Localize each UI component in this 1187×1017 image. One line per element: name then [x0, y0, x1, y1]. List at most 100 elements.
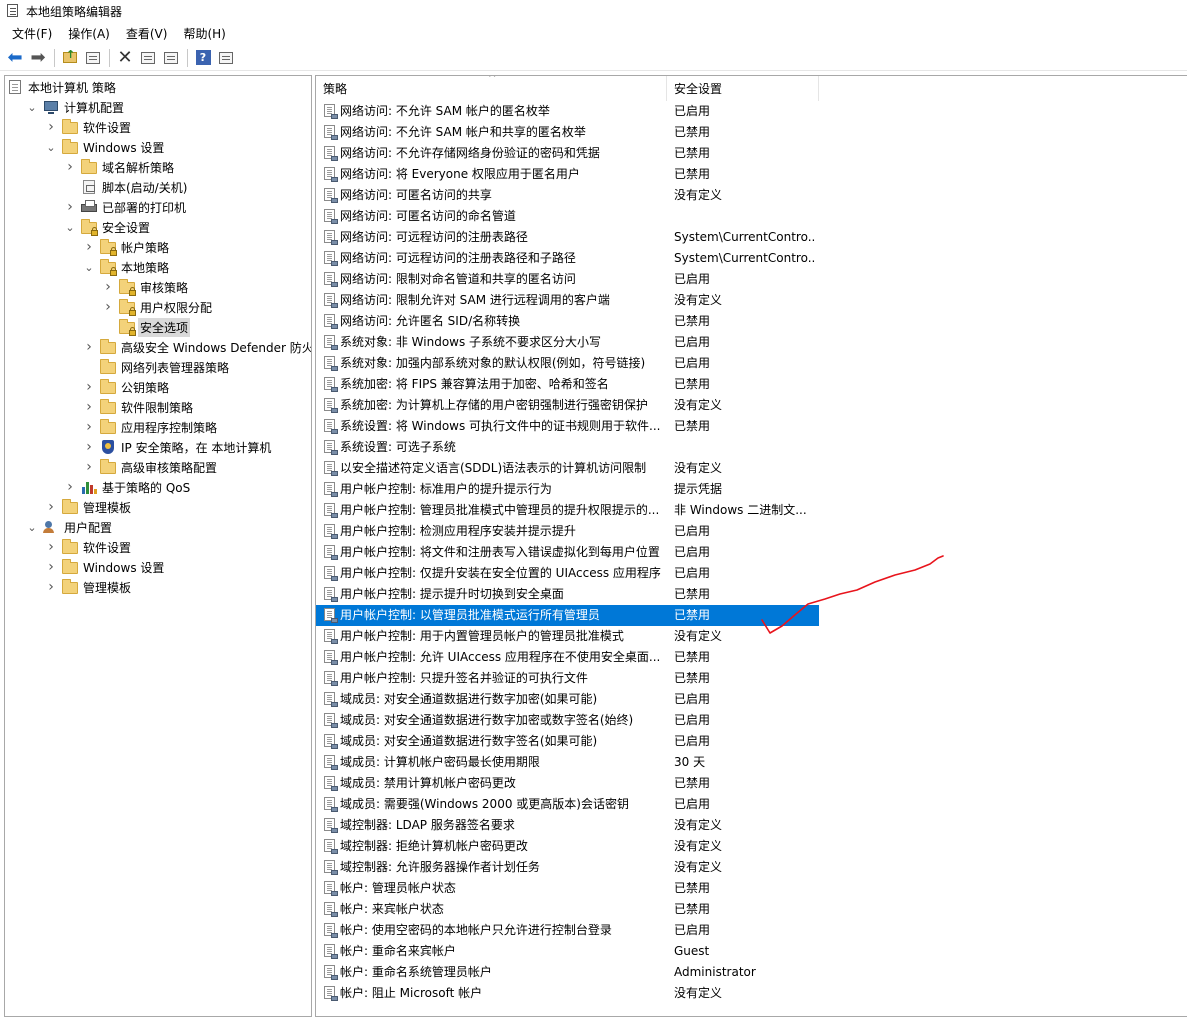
- menu-file[interactable]: 文件(F): [4, 23, 60, 44]
- tree-node[interactable]: ⌄ 本地策略: [83, 257, 171, 277]
- tree-node[interactable]: › 高级审核策略配置: [83, 457, 219, 477]
- collapsed-chevron-icon[interactable]: ›: [83, 417, 95, 437]
- tree-node[interactable]: › 管理模板: [45, 497, 133, 517]
- policy-row[interactable]: 用户帐户控制: 仅提升安装在安全位置的 UIAccess 应用程序 已启用: [316, 563, 819, 584]
- policy-row[interactable]: 网络访问: 不允许 SAM 帐户和共享的匿名枚举 已禁用: [316, 122, 819, 143]
- expanded-chevron-icon[interactable]: ⌄: [83, 257, 95, 277]
- collapsed-chevron-icon[interactable]: ›: [64, 477, 76, 497]
- tree-node[interactable]: ⌄ 用户配置: [26, 517, 114, 537]
- export-list-icon[interactable]: [160, 47, 182, 69]
- tree-node[interactable]: › 用户权限分配: [102, 297, 214, 317]
- tree-node[interactable]: 网络列表管理器策略: [83, 357, 231, 377]
- policy-list[interactable]: ^ 策略 安全设置 网络访问: 不允许 SAM 帐户的匿名枚举 已启用 网络访问: …: [315, 75, 1187, 1017]
- policy-row[interactable]: 网络访问: 允许匿名 SID/名称转换 已禁用: [316, 311, 819, 332]
- collapsed-chevron-icon[interactable]: ›: [83, 237, 95, 257]
- policy-row[interactable]: 网络访问: 限制允许对 SAM 进行远程调用的客户端 没有定义: [316, 290, 819, 311]
- collapsed-chevron-icon[interactable]: ›: [45, 557, 57, 577]
- policy-row[interactable]: 域控制器: 允许服务器操作者计划任务 没有定义: [316, 857, 819, 878]
- collapsed-chevron-icon[interactable]: ›: [64, 197, 76, 217]
- policy-row[interactable]: 网络访问: 不允许 SAM 帐户的匿名枚举 已启用: [316, 101, 819, 122]
- policy-row[interactable]: 用户帐户控制: 允许 UIAccess 应用程序在不使用安全桌面... 已禁用: [316, 647, 819, 668]
- tree-node[interactable]: › 域名解析策略: [64, 157, 176, 177]
- policy-row[interactable]: 网络访问: 限制对命名管道和共享的匿名访问 已启用: [316, 269, 819, 290]
- tree-node[interactable]: › 软件限制策略: [83, 397, 195, 417]
- policy-row[interactable]: 用户帐户控制: 管理员批准模式中管理员的提升权限提示的... 非 Windows …: [316, 500, 819, 521]
- tree-node[interactable]: › 软件设置: [45, 117, 133, 137]
- policy-row[interactable]: 网络访问: 不允许存储网络身份验证的密码和凭据 已禁用: [316, 143, 819, 164]
- collapsed-chevron-icon[interactable]: ›: [45, 537, 57, 557]
- policy-row[interactable]: 系统对象: 非 Windows 子系统不要求区分大小写 已启用: [316, 332, 819, 353]
- policy-row[interactable]: 网络访问: 可远程访问的注册表路径 System\CurrentContro...: [316, 227, 819, 248]
- back-arrow-icon[interactable]: ⬅: [4, 47, 26, 69]
- tree-node[interactable]: › 应用程序控制策略: [83, 417, 219, 437]
- collapsed-chevron-icon[interactable]: ›: [83, 377, 95, 397]
- menu-action[interactable]: 操作(A): [60, 23, 118, 44]
- policy-row[interactable]: 用户帐户控制: 以管理员批准模式运行所有管理员 已禁用: [316, 605, 819, 626]
- collapsed-chevron-icon[interactable]: ›: [64, 157, 76, 177]
- forward-arrow-icon[interactable]: ➡: [27, 47, 49, 69]
- tree-node[interactable]: › 基于策略的 QoS: [64, 477, 192, 497]
- policy-row[interactable]: 帐户: 阻止 Microsoft 帐户 没有定义: [316, 983, 819, 1004]
- help-icon[interactable]: ?: [192, 47, 214, 69]
- tree-node[interactable]: › 审核策略: [102, 277, 190, 297]
- collapsed-chevron-icon[interactable]: ›: [83, 337, 95, 357]
- policy-row[interactable]: 域成员: 对安全通道数据进行数字加密(如果可能) 已启用: [316, 689, 819, 710]
- collapsed-chevron-icon[interactable]: ›: [102, 277, 114, 297]
- policy-row[interactable]: 网络访问: 可匿名访问的命名管道: [316, 206, 819, 227]
- tree-node[interactable]: › 公钥策略: [83, 377, 171, 397]
- collapsed-chevron-icon[interactable]: ›: [83, 397, 95, 417]
- policy-row[interactable]: 域成员: 需要强(Windows 2000 或更高版本)会话密钥 已启用: [316, 794, 819, 815]
- policy-row[interactable]: 帐户: 使用空密码的本地帐户只允许进行控制台登录 已启用: [316, 920, 819, 941]
- policy-row[interactable]: 系统对象: 加强内部系统对象的默认权限(例如，符号链接) 已启用: [316, 353, 819, 374]
- expanded-chevron-icon[interactable]: ⌄: [26, 517, 38, 537]
- expanded-chevron-icon[interactable]: ⌄: [45, 137, 57, 157]
- policy-row[interactable]: 系统加密: 为计算机上存储的用户密钥强制进行强密钥保护 没有定义: [316, 395, 819, 416]
- collapsed-chevron-icon[interactable]: ›: [45, 117, 57, 137]
- policy-row[interactable]: 帐户: 重命名来宾帐户 Guest: [316, 941, 819, 962]
- policy-row[interactable]: 用户帐户控制: 只提升签名并验证的可执行文件 已禁用: [316, 668, 819, 689]
- menu-help[interactable]: 帮助(H): [175, 23, 233, 44]
- properties-icon[interactable]: [137, 47, 159, 69]
- menu-view[interactable]: 查看(V): [118, 23, 176, 44]
- show-hide-tree-icon[interactable]: [82, 47, 104, 69]
- delete-icon[interactable]: ✕: [114, 47, 136, 69]
- collapsed-chevron-icon[interactable]: ›: [102, 297, 114, 317]
- up-folder-icon[interactable]: [59, 47, 81, 69]
- tree-node[interactable]: › 帐户策略: [83, 237, 171, 257]
- collapsed-chevron-icon[interactable]: ›: [45, 577, 57, 597]
- expanded-chevron-icon[interactable]: ⌄: [64, 217, 76, 237]
- tree-node[interactable]: ⌄ 安全设置: [64, 217, 152, 237]
- policy-row[interactable]: 系统设置: 可选子系统: [316, 437, 819, 458]
- policy-row[interactable]: 帐户: 管理员帐户状态 已禁用: [316, 878, 819, 899]
- policy-row[interactable]: 网络访问: 可匿名访问的共享 没有定义: [316, 185, 819, 206]
- policy-row[interactable]: 系统设置: 将 Windows 可执行文件中的证书规则用于软件... 已禁用: [316, 416, 819, 437]
- expanded-chevron-icon[interactable]: ⌄: [26, 97, 38, 117]
- policy-row[interactable]: 域成员: 计算机帐户密码最长使用期限 30 天: [316, 752, 819, 773]
- policy-row[interactable]: 用户帐户控制: 提示提升时切换到安全桌面 已禁用: [316, 584, 819, 605]
- tree-node[interactable]: › Windows 设置: [45, 557, 166, 577]
- policy-row[interactable]: 网络访问: 将 Everyone 权限应用于匿名用户 已禁用: [316, 164, 819, 185]
- tree-node[interactable]: ⌄ 计算机配置: [26, 97, 126, 117]
- tree-node[interactable]: › 软件设置: [45, 537, 133, 557]
- tree-node[interactable]: › IP 安全策略，在 本地计算机: [83, 437, 273, 457]
- policy-row[interactable]: 域控制器: LDAP 服务器签名要求 没有定义: [316, 815, 819, 836]
- policy-row[interactable]: 以安全描述符定义语言(SDDL)语法表示的计算机访问限制 没有定义: [316, 458, 819, 479]
- policy-row[interactable]: 用户帐户控制: 检测应用程序安装并提示提升 已启用: [316, 521, 819, 542]
- tree-node[interactable]: › 已部署的打印机: [64, 197, 188, 217]
- column-header-policy[interactable]: ^ 策略: [316, 76, 667, 101]
- tree-node[interactable]: ⌄ Windows 设置: [45, 137, 166, 157]
- policy-row[interactable]: 帐户: 来宾帐户状态 已禁用: [316, 899, 819, 920]
- policy-row[interactable]: 域成员: 对安全通道数据进行数字加密或数字签名(始终) 已启用: [316, 710, 819, 731]
- policy-row[interactable]: 用户帐户控制: 标准用户的提升提示行为 提示凭据: [316, 479, 819, 500]
- policy-row[interactable]: 域成员: 禁用计算机帐户密码更改 已禁用: [316, 773, 819, 794]
- tree-node[interactable]: 脚本(启动/关机): [64, 177, 189, 197]
- collapsed-chevron-icon[interactable]: ›: [83, 437, 95, 457]
- policy-row[interactable]: 用户帐户控制: 用于内置管理员帐户的管理员批准模式 没有定义: [316, 626, 819, 647]
- tree-node[interactable]: › 高级安全 Windows Defender 防火墙: [83, 337, 311, 357]
- action-pane-icon[interactable]: [215, 47, 237, 69]
- policy-row[interactable]: 域成员: 对安全通道数据进行数字签名(如果可能) 已启用: [316, 731, 819, 752]
- policy-row[interactable]: 帐户: 重命名系统管理员帐户 Administrator: [316, 962, 819, 983]
- tree-node[interactable]: › 管理模板: [45, 577, 133, 597]
- policy-row[interactable]: 网络访问: 可远程访问的注册表路径和子路径 System\CurrentContr…: [316, 248, 819, 269]
- collapsed-chevron-icon[interactable]: ›: [45, 497, 57, 517]
